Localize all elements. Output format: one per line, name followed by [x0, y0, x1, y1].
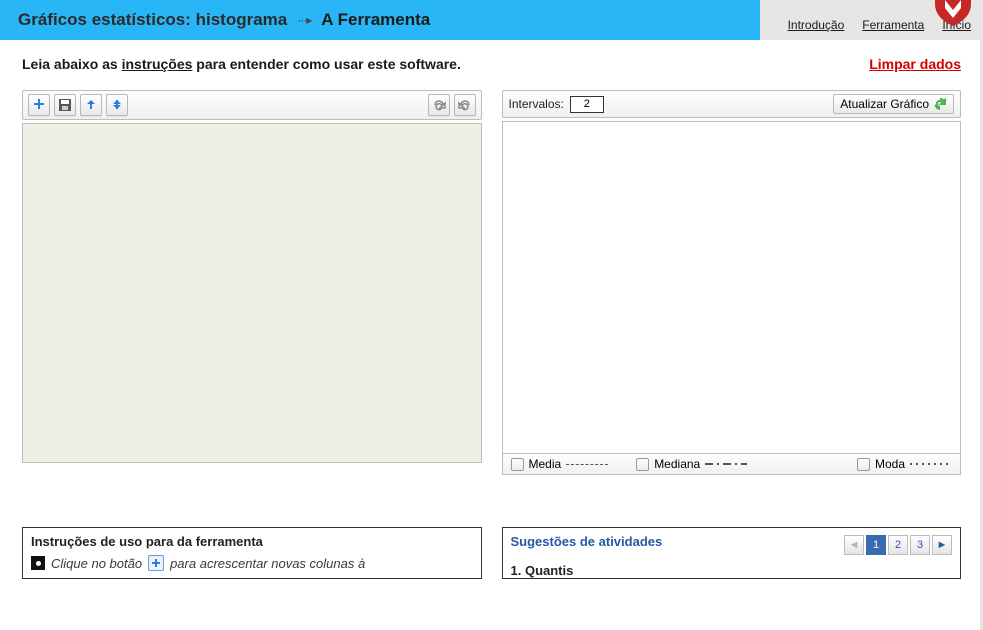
redo-button[interactable] [428, 94, 450, 116]
pager-2[interactable]: 2 [888, 535, 908, 555]
media-checkbox[interactable] [511, 458, 524, 471]
import-button[interactable] [80, 94, 102, 116]
redo-icon [432, 98, 446, 112]
mediana-line-icon [705, 463, 747, 465]
instructions-title: Instruções de uso para da ferramenta [31, 534, 473, 549]
plus-icon [32, 98, 46, 112]
pager-3[interactable]: 3 [910, 535, 930, 555]
chart-canvas [502, 121, 962, 454]
add-column-button[interactable] [28, 94, 50, 116]
pager-1[interactable]: 1 [866, 535, 886, 555]
intervalos-label: Intervalos: [509, 97, 564, 111]
media-line-icon [566, 464, 608, 465]
title-bar: Gráficos estatísticos: histograma ···▸ A… [0, 0, 760, 40]
export-button[interactable] [106, 94, 128, 116]
legend-bar: Media Mediana Moda [502, 454, 962, 475]
clear-data-link[interactable]: Limpar dados [869, 56, 961, 72]
nav-ferramenta[interactable]: Ferramenta [862, 18, 924, 32]
floppy-icon [58, 98, 72, 112]
moda-checkbox[interactable] [857, 458, 870, 471]
intervalos-input[interactable] [570, 96, 604, 113]
inline-plus-icon [148, 555, 164, 571]
shield-logo-icon [931, 0, 975, 26]
instructions-panel: Instruções de uso para da ferramenta Cli… [22, 527, 482, 579]
nav-introducao[interactable]: Introdução [788, 18, 845, 32]
activities-title: Sugestões de atividades [511, 534, 663, 549]
activity-item[interactable]: 1. Quantis [511, 563, 953, 578]
activities-panel: Sugestões de atividades ◄ 1 2 3 ► 1. Qua… [502, 527, 962, 579]
data-toolbar [22, 90, 482, 120]
moda-label: Moda [875, 457, 905, 471]
title-separator-icon: ···▸ [297, 13, 311, 27]
pager: ◄ 1 2 3 ► [844, 535, 952, 555]
undo-icon [458, 98, 472, 112]
data-grid[interactable] [22, 123, 482, 463]
app-title: Gráficos estatísticos: histograma [18, 10, 287, 30]
intro-text: Leia abaixo as instruções para entender … [22, 56, 461, 72]
bullet-icon [31, 556, 45, 570]
top-nav: Introdução Ferramenta Início [760, 0, 983, 40]
moda-line-icon [910, 463, 952, 465]
media-label: Media [529, 457, 562, 471]
update-chart-button[interactable]: Atualizar Gráfico [833, 94, 954, 114]
pager-prev[interactable]: ◄ [844, 535, 864, 555]
chart-toolbar: Intervalos: Atualizar Gráfico [502, 90, 962, 118]
mediana-checkbox[interactable] [636, 458, 649, 471]
arrow-in-icon [84, 98, 98, 112]
refresh-icon [933, 97, 947, 111]
undo-button[interactable] [454, 94, 476, 116]
arrow-out-icon [110, 98, 124, 112]
save-button[interactable] [54, 94, 76, 116]
app-subtitle: A Ferramenta [321, 10, 430, 30]
pager-next[interactable]: ► [932, 535, 952, 555]
instructions-link[interactable]: instruções [122, 56, 193, 72]
instruction-item: Clique no botão para acrescentar novas c… [31, 555, 473, 571]
mediana-label: Mediana [654, 457, 700, 471]
